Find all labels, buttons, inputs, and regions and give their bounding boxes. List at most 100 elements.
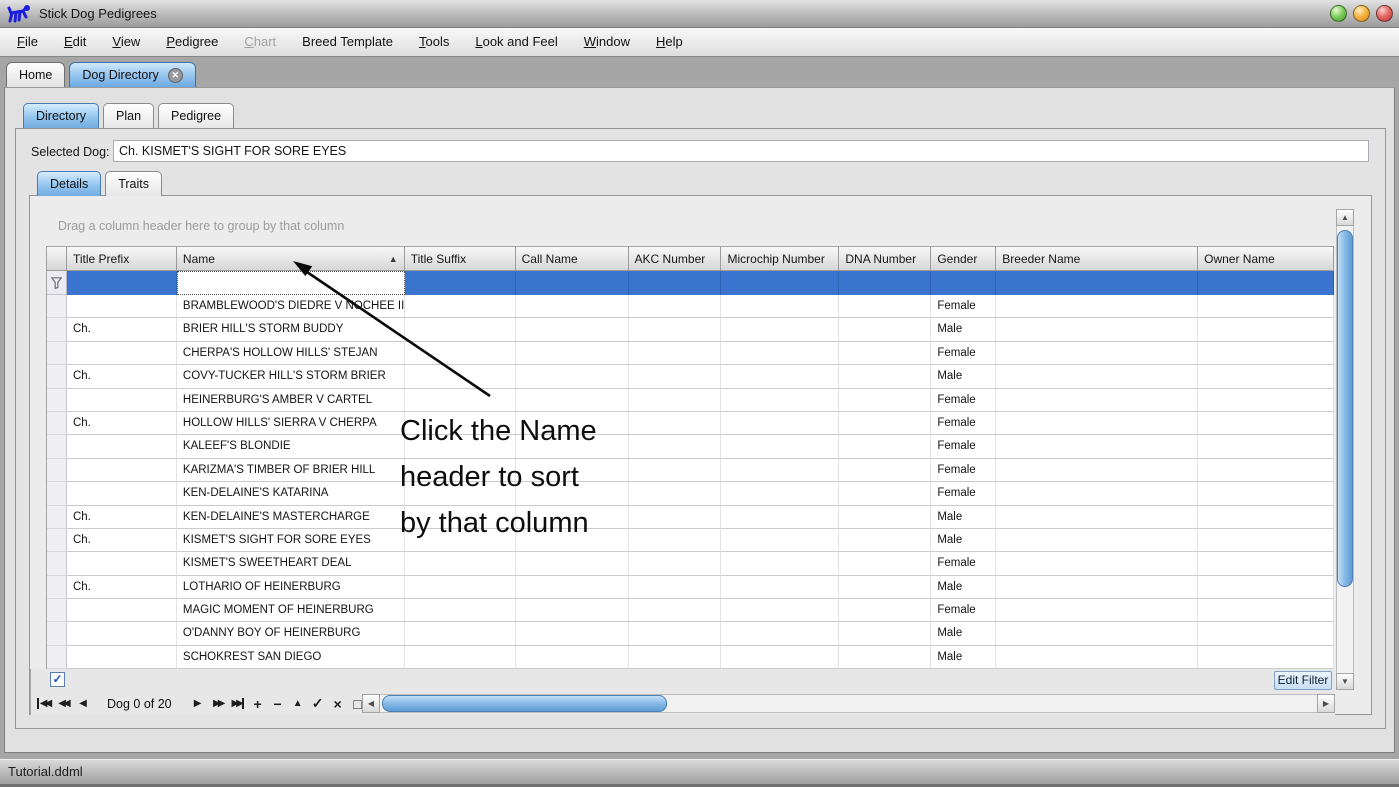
- cell-gender[interactable]: Female: [931, 342, 996, 365]
- cell-microchip_number[interactable]: [721, 622, 839, 645]
- cell-title_suffix[interactable]: [405, 646, 516, 669]
- cell-owner_name[interactable]: [1198, 506, 1334, 529]
- cell-title_prefix[interactable]: [67, 389, 177, 412]
- cell-akc_number[interactable]: [629, 506, 722, 529]
- cell-owner_name[interactable]: [1198, 576, 1334, 599]
- tab-dog-directory[interactable]: Dog Directory ✕: [69, 62, 195, 87]
- cell-call_name[interactable]: [516, 506, 629, 529]
- scroll-down-icon[interactable]: ▼: [1336, 673, 1354, 690]
- cell-title_suffix[interactable]: [405, 365, 516, 388]
- cell-breeder_name[interactable]: [996, 342, 1198, 365]
- cell-name[interactable]: CHERPA'S HOLLOW HILLS' STEJAN: [177, 342, 405, 365]
- navigator-next-icon[interactable]: ▶: [188, 698, 208, 709]
- cell-dna_number[interactable]: [839, 435, 931, 458]
- filter-cell-akc_number[interactable]: [629, 271, 722, 295]
- cell-name[interactable]: KEN-DELAINE'S MASTERCHARGE: [177, 506, 405, 529]
- cell-name[interactable]: O'DANNY BOY OF HEINERBURG: [177, 622, 405, 645]
- cell-call_name[interactable]: [516, 412, 629, 435]
- cell-microchip_number[interactable]: [721, 646, 839, 669]
- cell-akc_number[interactable]: [629, 622, 722, 645]
- cell-gender[interactable]: Male: [931, 646, 996, 669]
- cell-gender[interactable]: Female: [931, 435, 996, 458]
- cell-title_prefix[interactable]: Ch.: [67, 318, 177, 341]
- navigator-delete-icon[interactable]: −: [268, 696, 288, 712]
- cell-title_prefix[interactable]: [67, 599, 177, 622]
- cell-akc_number[interactable]: [629, 646, 722, 669]
- column-header-title_prefix[interactable]: Title Prefix: [67, 247, 177, 271]
- cell-owner_name[interactable]: [1198, 646, 1334, 669]
- cell-title_prefix[interactable]: [67, 622, 177, 645]
- cell-gender[interactable]: Male: [931, 318, 996, 341]
- cell-owner_name[interactable]: [1198, 389, 1334, 412]
- filter-cell-title_prefix[interactable]: [67, 271, 177, 295]
- cell-name[interactable]: MAGIC MOMENT OF HEINERBURG: [177, 599, 405, 622]
- cell-breeder_name[interactable]: [996, 435, 1198, 458]
- menu-tools[interactable]: Tools: [406, 28, 462, 56]
- cell-title_prefix[interactable]: [67, 342, 177, 365]
- cell-owner_name[interactable]: [1198, 365, 1334, 388]
- cell-title_suffix[interactable]: [405, 342, 516, 365]
- cell-owner_name[interactable]: [1198, 459, 1334, 482]
- column-header-dna_number[interactable]: DNA Number: [839, 247, 931, 271]
- cell-breeder_name[interactable]: [996, 529, 1198, 552]
- horizontal-scroll-track[interactable]: [380, 694, 1317, 713]
- cell-breeder_name[interactable]: [996, 576, 1198, 599]
- tab-details[interactable]: Details: [37, 171, 101, 196]
- cell-name[interactable]: BRIER HILL'S STORM BUDDY: [177, 318, 405, 341]
- cell-akc_number[interactable]: [629, 318, 722, 341]
- cell-microchip_number[interactable]: [721, 529, 839, 552]
- cell-title_suffix[interactable]: [405, 529, 516, 552]
- cell-title_suffix[interactable]: [405, 482, 516, 505]
- cell-microchip_number[interactable]: [721, 552, 839, 575]
- column-header-breeder_name[interactable]: Breeder Name: [996, 247, 1198, 271]
- column-header-akc_number[interactable]: AKC Number: [629, 247, 722, 271]
- selected-dog-field[interactable]: Ch. KISMET'S SIGHT FOR SORE EYES: [113, 140, 1369, 162]
- cell-akc_number[interactable]: [629, 365, 722, 388]
- cell-microchip_number[interactable]: [721, 599, 839, 622]
- cell-owner_name[interactable]: [1198, 412, 1334, 435]
- cell-name[interactable]: LOTHARIO OF HEINERBURG: [177, 576, 405, 599]
- cell-call_name[interactable]: [516, 318, 629, 341]
- filter-cell-breeder_name[interactable]: [996, 271, 1198, 295]
- cell-owner_name[interactable]: [1198, 622, 1334, 645]
- cell-dna_number[interactable]: [839, 482, 931, 505]
- menu-pedigree[interactable]: Pedigree: [153, 28, 231, 56]
- cell-owner_name[interactable]: [1198, 342, 1334, 365]
- cell-name[interactable]: KISMET'S SIGHT FOR SORE EYES: [177, 529, 405, 552]
- cell-microchip_number[interactable]: [721, 342, 839, 365]
- cell-name[interactable]: KISMET'S SWEETHEART DEAL: [177, 552, 405, 575]
- cell-title_prefix[interactable]: Ch.: [67, 412, 177, 435]
- column-header-owner_name[interactable]: Owner Name: [1198, 247, 1334, 271]
- cell-owner_name[interactable]: [1198, 552, 1334, 575]
- cell-gender[interactable]: Male: [931, 529, 996, 552]
- cell-title_suffix[interactable]: [405, 506, 516, 529]
- cell-dna_number[interactable]: [839, 622, 931, 645]
- cell-dna_number[interactable]: [839, 318, 931, 341]
- cell-title_prefix[interactable]: [67, 552, 177, 575]
- cell-name[interactable]: BRAMBLEWOOD'S DIEDRE V NOCHEE II: [177, 295, 405, 318]
- cell-akc_number[interactable]: [629, 599, 722, 622]
- table-row[interactable]: BRAMBLEWOOD'S DIEDRE V NOCHEE II Female: [47, 295, 1334, 318]
- table-row[interactable]: Ch.KEN-DELAINE'S MASTERCHARGEMale: [47, 506, 1334, 529]
- cell-microchip_number[interactable]: [721, 482, 839, 505]
- cell-akc_number[interactable]: [629, 342, 722, 365]
- menu-view[interactable]: View: [99, 28, 153, 56]
- window-button-red[interactable]: [1376, 5, 1393, 22]
- cell-dna_number[interactable]: [839, 389, 931, 412]
- cell-gender[interactable]: Female: [931, 389, 996, 412]
- horizontal-scroll-thumb[interactable]: [382, 695, 667, 712]
- cell-dna_number[interactable]: [839, 459, 931, 482]
- table-row[interactable]: KALEEF'S BLONDIEFemale: [47, 435, 1334, 458]
- cell-call_name[interactable]: [516, 622, 629, 645]
- filter-cell-dna_number[interactable]: [839, 271, 931, 295]
- scroll-right-icon[interactable]: ▶: [1317, 694, 1335, 713]
- cell-breeder_name[interactable]: [996, 412, 1198, 435]
- filter-cell-call_name[interactable]: [516, 271, 629, 295]
- cell-title_prefix[interactable]: [67, 459, 177, 482]
- navigator-next-page-icon[interactable]: ▶▶: [208, 698, 228, 709]
- table-row[interactable]: Ch.BRIER HILL'S STORM BUDDY Male: [47, 318, 1334, 341]
- cell-gender[interactable]: Female: [931, 295, 996, 318]
- table-row[interactable]: O'DANNY BOY OF HEINERBURGMale: [47, 622, 1334, 645]
- cell-akc_number[interactable]: [629, 435, 722, 458]
- window-button-green[interactable]: [1330, 5, 1347, 22]
